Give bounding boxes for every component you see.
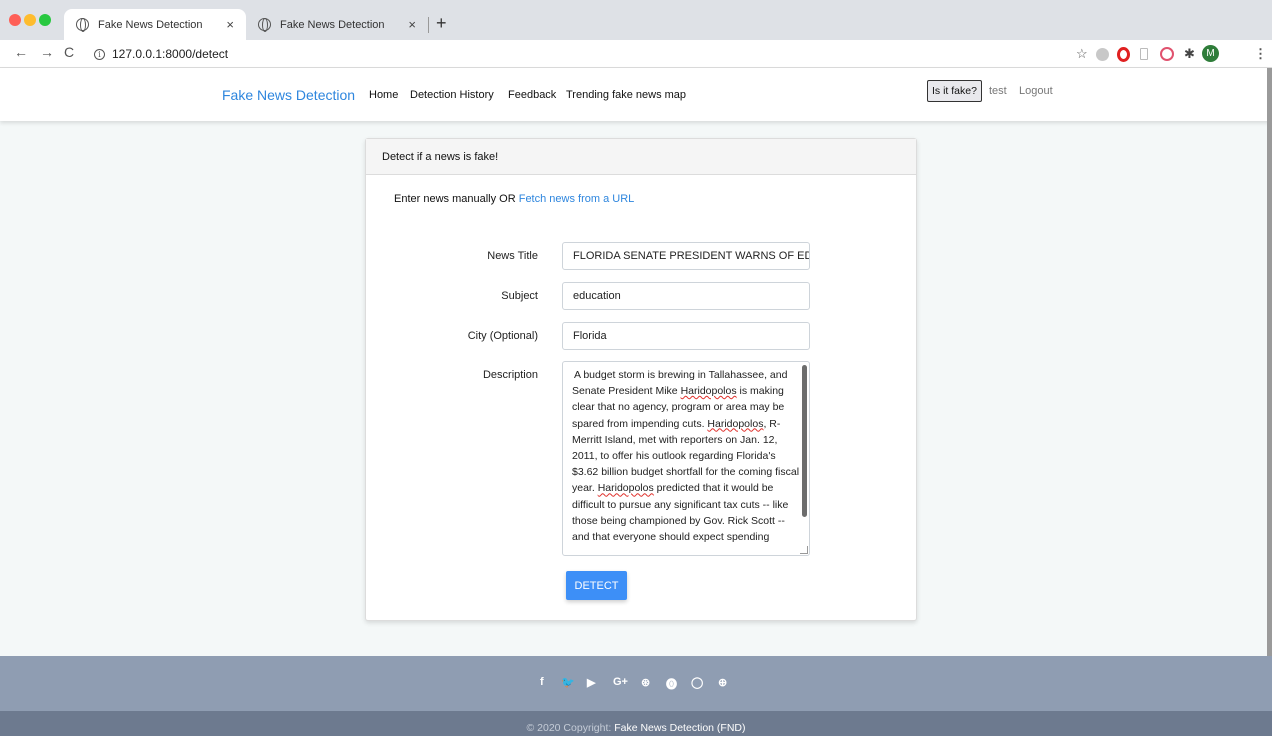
user-name-link[interactable]: test xyxy=(989,85,1007,97)
codepen-icon[interactable]: ⊕ xyxy=(718,676,727,689)
target-extension-icon[interactable] xyxy=(1160,47,1174,61)
intro-text: Enter news manually OR Fetch news from a… xyxy=(394,193,634,205)
browser-toolbar: ← → C i 127.0.0.1:8000/detect ☆ ✱ M ⋮ xyxy=(0,40,1272,68)
news-title-label: News Title xyxy=(487,250,538,262)
textarea-scrollbar[interactable] xyxy=(802,365,807,517)
subject-input[interactable]: education xyxy=(562,282,810,310)
extensions-puzzle-icon[interactable]: ✱ xyxy=(1184,46,1195,62)
bookmark-star-icon[interactable]: ☆ xyxy=(1076,46,1088,62)
trash-extension-icon[interactable] xyxy=(1140,48,1148,60)
globe-icon xyxy=(258,18,271,32)
github-icon[interactable]: ◯ xyxy=(691,676,703,689)
news-title-input[interactable]: FLORIDA SENATE PRESIDENT WARNS OF ED xyxy=(562,242,810,270)
nav-link-detection-history[interactable]: Detection History xyxy=(410,89,494,101)
globe-icon xyxy=(76,18,89,32)
tab-title: Fake News Detection xyxy=(98,18,203,31)
site-navbar: Fake News Detection Home Detection Histo… xyxy=(0,68,1272,121)
browser-tab-active[interactable]: Fake News Detection × xyxy=(64,9,246,40)
maximize-window-button[interactable] xyxy=(39,14,51,26)
description-label: Description xyxy=(482,369,538,381)
page-scrollbar[interactable] xyxy=(1267,68,1272,668)
youtube-icon[interactable]: ▶ xyxy=(587,676,595,689)
card-header: Detect if a news is fake! xyxy=(366,139,916,175)
footer-copyright: © 2020 Copyright: Fake News Detection (F… xyxy=(0,711,1272,736)
profile-avatar[interactable]: M xyxy=(1202,45,1219,62)
tab-close-icon[interactable]: × xyxy=(226,17,234,32)
nav-link-home[interactable]: Home xyxy=(369,89,398,101)
new-tab-button[interactable]: + xyxy=(436,13,447,34)
resize-grip-icon[interactable] xyxy=(800,546,808,554)
facebook-icon[interactable]: f xyxy=(540,676,544,688)
url-text[interactable]: 127.0.0.1:8000/detect xyxy=(112,47,1266,61)
back-arrow-icon[interactable]: ← xyxy=(14,44,28,60)
nav-link-feedback[interactable]: Feedback xyxy=(508,89,556,101)
copyright-brand-link[interactable]: Fake News Detection (FND) xyxy=(614,722,745,734)
footer-social-bar: f 🐦 ▶ G+ ⊛ ⓿ ◯ ⊕ xyxy=(0,656,1272,711)
browser-tab-inactive[interactable]: Fake News Detection × xyxy=(246,9,428,40)
minimize-window-button[interactable] xyxy=(24,14,36,26)
copyright-text: © 2020 Copyright: xyxy=(526,722,615,734)
city-label: City (Optional) xyxy=(467,330,538,342)
twitter-icon[interactable]: 🐦 xyxy=(561,676,575,689)
city-input[interactable]: Florida xyxy=(562,322,810,350)
tab-title: Fake News Detection xyxy=(280,18,385,31)
close-window-button[interactable] xyxy=(9,14,21,26)
is-it-fake-button[interactable]: Is it fake? xyxy=(927,80,982,102)
subject-label: Subject xyxy=(501,290,538,302)
browser-menu-icon[interactable]: ⋮ xyxy=(1254,46,1267,62)
navbar-brand[interactable]: Fake News Detection xyxy=(222,87,355,103)
nav-link-trending-map[interactable]: Trending fake news map xyxy=(566,89,686,101)
logout-link[interactable]: Logout xyxy=(1019,85,1053,97)
site-info-icon[interactable]: i xyxy=(94,48,105,60)
description-text[interactable]: A budget storm is brewing in Tallahassee… xyxy=(572,367,800,545)
opera-extension-icon[interactable] xyxy=(1117,47,1130,62)
address-bar[interactable]: i 127.0.0.1:8000/detect xyxy=(86,43,1266,65)
fetch-url-link[interactable]: Fetch news from a URL xyxy=(519,193,635,205)
detect-button[interactable]: DETECT xyxy=(566,571,627,600)
intro-label: Enter news manually OR xyxy=(394,193,519,205)
detection-card: Detect if a news is fake! Enter news man… xyxy=(365,138,917,621)
tab-close-icon[interactable]: × xyxy=(408,17,416,32)
browser-titlebar: Fake News Detection × Fake News Detectio… xyxy=(0,0,1272,40)
pinterest-icon[interactable]: ⓿ xyxy=(666,676,677,692)
extension-grey-icon[interactable] xyxy=(1096,48,1109,61)
dribbble-icon[interactable]: ⊛ xyxy=(641,676,650,689)
forward-arrow-icon[interactable]: → xyxy=(40,44,54,60)
tab-divider xyxy=(428,17,429,33)
google-plus-icon[interactable]: G+ xyxy=(613,676,628,688)
reload-icon[interactable]: C xyxy=(64,44,74,60)
description-textarea[interactable]: A budget storm is brewing in Tallahassee… xyxy=(562,361,810,556)
